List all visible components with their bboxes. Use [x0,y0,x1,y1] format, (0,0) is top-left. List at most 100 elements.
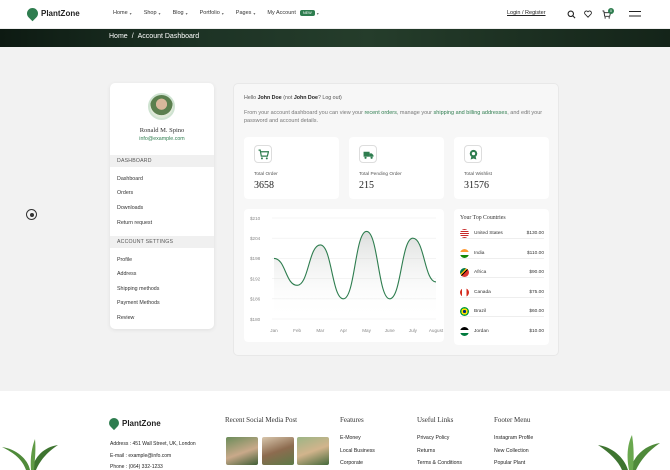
chevron-down-icon: ▾ [158,10,161,16]
addresses-link[interactable]: shipping and billing addresses [434,110,508,116]
search-icon[interactable] [566,9,576,19]
main-nav: Home ▾ Shop ▾ Blog ▾ Portfolio ▾ Pages ▾ My A… [113,10,331,16]
x-tick-label: August [429,328,444,333]
heart-icon[interactable] [583,9,593,19]
flag-za-icon [460,268,469,277]
chevron-down-icon: ▾ [129,10,132,16]
badge-icon [464,145,482,163]
sidebar-item-review[interactable]: Review [117,315,134,321]
recent-orders-link[interactable]: recent orders [364,110,396,116]
stat-label: Total Wishlist [464,172,492,177]
social-post-thumbnail[interactable] [262,437,294,465]
stat-value: 31576 [464,180,489,191]
brand-logo[interactable]: PlantZone [24,5,80,22]
sales-line-chart: $210 $204 $198 $192 $186 $180 Jan Feb Mar Apr May J… [244,209,444,342]
top-countries-title: Your Top Countries [460,215,506,221]
sidebar-item-return-request[interactable]: Return request [117,220,152,226]
breadcrumb-banner: Home / Account Dashboard [0,29,670,47]
footer-col-useful-title: Useful Links [417,416,454,424]
social-post-thumbnail[interactable] [297,437,329,465]
country-name: United States [474,231,503,236]
plant-decoration-right [598,435,660,470]
sidebar-item-address[interactable]: Address [117,271,136,277]
footer-link[interactable]: E-Money [340,435,361,441]
flag-br-icon [460,307,469,316]
sidebar-item-dashboard[interactable]: Dashboard [117,176,143,182]
login-register-link[interactable]: Login / Register [507,10,546,16]
account-sidebar: Ronald M. Spino info@example.com DASHBOA… [110,83,214,329]
menu-icon[interactable] [629,9,641,19]
dashboard-description: From your account dashboard you can view… [244,109,554,125]
greeting-name: John Doe [257,95,282,101]
footer-link[interactable]: Popular Plant [494,460,525,466]
social-post-thumbnail[interactable] [226,437,258,465]
flag-us-icon [460,229,469,238]
footer-col-menu-title: Footer Menu [494,416,531,424]
scroll-indicator-icon[interactable] [26,209,37,220]
nav-label: Blog [172,10,184,16]
section-head-account-settings: ACCOUNT SETTINGS [110,236,214,248]
nav-item-my-account[interactable]: My Account NEW ▾ [267,10,319,16]
country-value: $90.00 [529,270,544,275]
country-value: $75.00 [529,289,544,295]
sidebar-item-downloads[interactable]: Downloads [117,205,143,211]
country-name: Canada [474,289,491,295]
flag-in-icon [460,248,469,258]
footer-link[interactable]: Local Business [340,448,375,454]
chart-area-fill [274,231,436,319]
country-name: Africa [474,270,487,275]
footer-link[interactable]: Instagram Profile [494,435,533,441]
section-head-dashboard: DASHBOARD [110,155,214,167]
truck-icon [359,145,377,163]
nav-item-shop[interactable]: Shop ▾ [144,10,161,16]
x-tick-label: Jan [270,328,278,333]
cart-icon[interactable]: 0 [601,8,614,19]
footer-address: Address : 451 Wall Street, UK, London [110,441,196,447]
nav-item-pages[interactable]: Pages ▾ [236,10,256,16]
logout-link[interactable]: ? Log out) [318,95,342,101]
country-value: $130.00 [526,231,544,236]
x-tick-label: May [362,328,371,333]
top-countries-card: Your Top Countries United States $130.00 I… [454,209,549,345]
plant-logo-icon [106,415,122,431]
footer-logo[interactable]: PlantZone [106,415,161,431]
y-tick-label: $204 [250,236,261,241]
footer-link[interactable]: Terms & Conditions [417,460,462,466]
footer-link[interactable]: Corporate [340,460,363,466]
breadcrumb-home[interactable]: Home [109,33,128,40]
cart-count-badge: 0 [608,8,614,14]
footer-link[interactable]: New Collection [494,448,529,454]
chevron-down-icon: ▾ [185,10,188,16]
new-badge: NEW [299,10,315,16]
country-name: Jordan [474,329,489,334]
nav-label: Pages [235,10,252,16]
sidebar-item-profile[interactable]: Profile [117,257,132,263]
profile-email[interactable]: info@example.com [110,136,214,142]
sidebar-item-orders[interactable]: Orders [117,190,133,196]
nav-item-blog[interactable]: Blog ▾ [173,10,188,16]
country-row: Jordan $10.00 [460,327,544,337]
profile-name: Ronald M. Spino [139,127,185,134]
stat-value: 215 [359,180,374,191]
country-name: Brazil [474,309,486,314]
country-row: Canada $75.00 [460,287,544,298]
footer-link[interactable]: Privacy Policy [417,435,449,441]
nav-item-portfolio[interactable]: Portfolio ▾ [200,10,224,16]
social-post-title: Recent Social Media Post [225,416,298,424]
stat-value: 3658 [254,180,274,191]
country-row: United States $130.00 [460,229,544,239]
sidebar-item-payment-methods[interactable]: Payment Methods [117,300,160,306]
nav-item-home[interactable]: Home ▾ [113,10,132,16]
chevron-down-icon: ▾ [221,10,224,16]
country-row: Africa $90.00 [460,268,544,278]
nav-label: My Account [267,10,296,16]
nav-label: Portfolio [199,10,220,16]
flag-jo-icon [460,327,469,336]
stat-card-wishlist: Total Wishlist 31576 [454,137,549,199]
footer-link[interactable]: Returns [417,448,435,454]
country-value: $10.00 [529,329,544,334]
x-tick-label: July [409,328,418,333]
y-tick-label: $198 [250,256,261,261]
desc-text: , manage your [396,110,434,116]
sidebar-item-shipping-methods[interactable]: Shipping methods [117,286,159,292]
